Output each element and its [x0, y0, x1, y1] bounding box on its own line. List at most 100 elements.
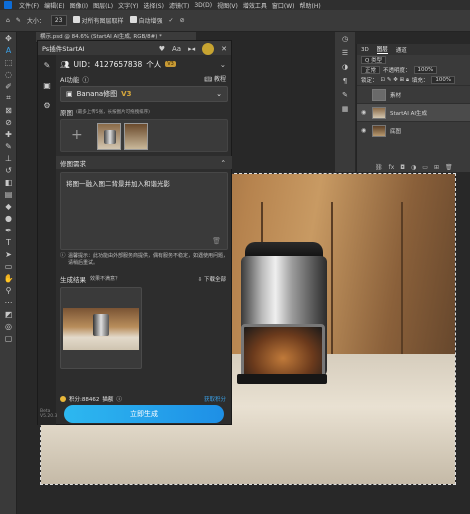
menu-window[interactable]: 窗口(W): [272, 1, 295, 10]
brush-icon[interactable]: ✎: [0, 140, 17, 152]
hand-tool-icon[interactable]: ✋: [0, 272, 17, 284]
lock-icon[interactable]: ⊡ ✎ ✥ ⊞ 🔒︎: [381, 77, 409, 84]
paragraph-panel-icon[interactable]: ¶: [335, 74, 355, 88]
result-thumbnail[interactable]: [60, 287, 142, 369]
marquee-tool-icon[interactable]: ⬚: [0, 56, 17, 68]
adjustment-icon[interactable]: ◑: [411, 164, 416, 171]
history-panel-icon[interactable]: ◷: [335, 32, 355, 46]
settings-icon[interactable]: ⚙: [38, 95, 56, 115]
image-icon[interactable]: ▣: [38, 75, 56, 95]
confirm-icon[interactable]: ✓: [169, 17, 174, 24]
eye-icon[interactable]: ◉: [361, 109, 368, 116]
generate-button[interactable]: 立即生成: [64, 405, 224, 423]
menu-filter[interactable]: 滤镜(T): [169, 1, 189, 10]
path-select-icon[interactable]: ➤: [0, 248, 17, 260]
type-tool-icon[interactable]: T: [0, 236, 17, 248]
favorite-icon[interactable]: ♥: [159, 45, 165, 53]
clear-prompt-icon[interactable]: 🗑︎: [212, 237, 221, 245]
tab-layers[interactable]: 图层: [376, 45, 388, 54]
chevron-down-icon[interactable]: ⌄: [216, 90, 222, 98]
menu-image[interactable]: 图像(I): [70, 1, 88, 10]
dodge-icon[interactable]: ●: [0, 212, 17, 224]
account-row[interactable]: 👥︎ UID：4127657838 个人 V3 ⌄: [56, 55, 232, 73]
tab-3d[interactable]: 3D: [361, 47, 369, 53]
brush-settings-icon[interactable]: ✎: [335, 88, 355, 102]
mask-icon[interactable]: ◘: [400, 164, 405, 171]
demand-section-header[interactable]: 修图需求 ⌃: [56, 156, 232, 169]
folder-icon[interactable]: ▭: [422, 164, 428, 171]
info-icon[interactable]: ⓘ: [82, 74, 89, 84]
swatches-panel-icon[interactable]: ▦: [335, 102, 355, 116]
menu-select[interactable]: 选择(S): [143, 1, 164, 10]
fx-icon[interactable]: fx: [389, 164, 395, 171]
info-icon[interactable]: ⓘ: [116, 395, 122, 403]
frame-tool-icon[interactable]: ⊠: [0, 104, 17, 116]
menu-type[interactable]: 文字(Y): [118, 1, 138, 10]
menu-edit[interactable]: 编辑(E): [44, 1, 64, 10]
layer-row[interactable]: 素材: [357, 85, 470, 103]
tutorial-link[interactable]: 📖︎ 教程: [204, 74, 226, 83]
move-tool-icon[interactable]: ✥: [0, 32, 17, 44]
eyedropper-icon[interactable]: ⊘: [0, 116, 17, 128]
lasso-tool-icon[interactable]: ◌: [0, 68, 17, 80]
download-all-button[interactable]: ⇩ 下载全部: [198, 275, 226, 283]
prompt-textarea[interactable]: 将图一融入图二背景并加入和谐光影 🗑︎: [60, 172, 228, 250]
chevron-down-icon[interactable]: ⌄: [220, 60, 226, 69]
size-field[interactable]: 23: [50, 15, 67, 26]
opacity-field[interactable]: 100%: [413, 66, 438, 74]
quick-mask-icon[interactable]: ◎: [0, 320, 17, 332]
ai-model-select[interactable]: ▣ Banana修图 V3 ⌄: [60, 86, 228, 102]
more-tools-icon[interactable]: ⋯: [0, 296, 17, 308]
rectangle-tool-icon[interactable]: ▭: [0, 260, 17, 272]
adjustments-panel-icon[interactable]: ◑: [335, 60, 355, 74]
gradient-icon[interactable]: ▤: [0, 188, 17, 200]
brush-tool-icon[interactable]: ✎: [16, 17, 21, 24]
zoom-tool-icon[interactable]: ⚲: [0, 284, 17, 296]
feedback-link[interactable]: 效果不满意？: [90, 275, 120, 282]
auto-enhance-checkbox[interactable]: 自动增强: [129, 16, 163, 25]
eraser-icon[interactable]: ◧: [0, 176, 17, 188]
home-icon[interactable]: ⌂: [6, 17, 10, 24]
menu-plugins[interactable]: 增效工具: [243, 1, 267, 10]
link-icon[interactable]: ⛓: [375, 164, 383, 171]
crop-tool-icon[interactable]: ⌗: [0, 92, 17, 104]
get-points-link[interactable]: 获取积分: [204, 395, 226, 403]
blur-icon[interactable]: ◆: [0, 200, 17, 212]
layer-row[interactable]: ◉ 底图: [357, 121, 470, 139]
fill-field[interactable]: 100%: [431, 76, 456, 84]
edit-icon[interactable]: ✎: [38, 55, 56, 75]
eye-icon[interactable]: ◉: [361, 127, 368, 134]
layer-row-active[interactable]: ◉ StartAI AI生成: [357, 103, 470, 121]
trash-icon[interactable]: 🗑︎: [445, 164, 453, 171]
quick-select-icon[interactable]: ✐: [0, 80, 17, 92]
menu-layer[interactable]: 图层(L): [93, 1, 113, 10]
menu-file[interactable]: 文件(F): [19, 1, 39, 10]
menu-3d[interactable]: 3D(D): [194, 2, 212, 9]
blend-mode-select[interactable]: 正常: [361, 66, 381, 74]
close-icon[interactable]: ✕: [221, 45, 227, 53]
pen-tool-icon[interactable]: ✒: [0, 224, 17, 236]
tab-channels[interactable]: 通道: [396, 46, 407, 54]
menu-view[interactable]: 视图(V): [217, 1, 238, 10]
add-image-icon[interactable]: +: [71, 127, 83, 143]
screen-mode-icon[interactable]: ▢: [0, 332, 17, 344]
properties-panel-icon[interactable]: ☰: [335, 46, 355, 60]
stamp-icon[interactable]: ⊥: [0, 152, 17, 164]
color-swatches-icon[interactable]: ◩: [0, 308, 17, 320]
healing-brush-icon[interactable]: ✚: [0, 128, 17, 140]
collapse-icon[interactable]: ▸◂: [188, 45, 195, 53]
chevron-up-icon[interactable]: ⌃: [221, 159, 226, 167]
user-avatar[interactable]: [202, 43, 215, 55]
menu-help[interactable]: 帮助(H): [300, 1, 321, 10]
layer-kind-filter[interactable]: Q 类型: [361, 56, 387, 64]
cancel-icon[interactable]: ⊘: [180, 17, 185, 24]
image-upload-area[interactable]: +: [60, 119, 228, 152]
sample-all-checkbox[interactable]: 对所有图层取样: [72, 16, 124, 25]
new-layer-icon[interactable]: ⊞: [434, 164, 439, 171]
startai-tool-icon[interactable]: A: [0, 44, 17, 56]
history-brush-icon[interactable]: ↺: [0, 164, 17, 176]
uploaded-image-2[interactable]: [124, 123, 148, 150]
translate-icon[interactable]: Aa: [172, 45, 181, 53]
uploaded-image-1[interactable]: [97, 123, 121, 150]
layers-footer: ⛓ fx ◘ ◑ ▭ ⊞ 🗑︎: [357, 162, 470, 172]
